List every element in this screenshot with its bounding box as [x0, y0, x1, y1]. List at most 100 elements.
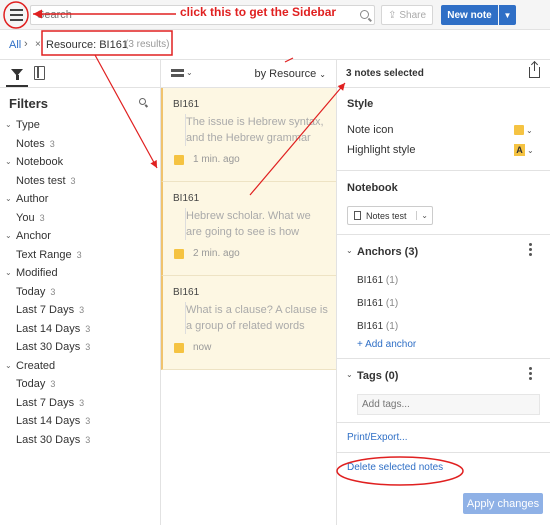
apply-changes-button[interactable]: Apply changes: [463, 493, 543, 514]
note-excerpt: The issue is Hebrew syntax, and the Hebre…: [185, 114, 330, 146]
filter-item-label: Last 7 Days: [16, 304, 75, 316]
note-excerpt-line: and the Hebrew grammar: [186, 132, 311, 144]
note-icon: [174, 343, 184, 353]
note-card[interactable]: BI161 Hebrew scholar. What we are going t…: [161, 182, 336, 276]
anchor-count: (1): [385, 321, 399, 332]
more-options-icon[interactable]: [529, 367, 532, 382]
print-export-link[interactable]: Print/Export...: [347, 432, 408, 443]
filter-item-modified-30-days[interactable]: Last 30 Days 3: [0, 338, 160, 357]
anchors-title[interactable]: Anchors (3): [357, 246, 418, 258]
anchor-item[interactable]: BI161 (1): [357, 298, 398, 309]
filter-item-modified-14-days[interactable]: Last 14 Days 3: [0, 320, 160, 339]
filter-item-created-30-days[interactable]: Last 30 Days 3: [0, 431, 160, 450]
tags-input[interactable]: [357, 394, 540, 415]
filter-item-created-7-days[interactable]: Last 7 Days 3: [0, 394, 160, 413]
chevron-down-icon: ⌄: [5, 194, 12, 203]
breadcrumb-resource: Resource: BI161: [46, 39, 128, 51]
filters-panel: Filters ⌄ Type Notes 3 ⌄ Notebook Notes tes…: [0, 60, 161, 525]
add-anchor-link[interactable]: + Add anchor: [357, 339, 416, 350]
notebook-icon[interactable]: [34, 66, 45, 80]
notebook-title: Notebook: [347, 182, 398, 194]
new-note-button[interactable]: New note: [441, 5, 498, 25]
chevron-down-icon[interactable]: ⌄: [346, 246, 353, 255]
delete-selected-notes-link[interactable]: Delete selected notes: [347, 462, 443, 473]
filter-item-count: 3: [49, 138, 55, 149]
breadcrumb-all-link[interactable]: All: [9, 39, 21, 51]
result-count: (3 results): [125, 39, 170, 50]
filter-item-label: Text Range: [16, 248, 72, 261]
filter-item-label: Notes: [16, 137, 45, 150]
search-icon[interactable]: [360, 10, 369, 19]
filter-item-you[interactable]: You 3: [0, 209, 160, 228]
chevron-down-icon[interactable]: ⌄: [186, 68, 193, 77]
details-panel: 3 notes selected Style Note icon ⌄ Highl…: [337, 60, 550, 525]
filter-group-modified[interactable]: ⌄ Modified: [0, 264, 160, 283]
delete-section: Delete selected notes: [337, 453, 550, 483]
chevron-down-icon: ▼: [503, 10, 512, 20]
filter-item-label: Today: [16, 285, 46, 298]
sort-label: by Resource: [254, 68, 317, 80]
note-excerpt-line: What is a clause? A clause is: [186, 304, 328, 316]
menu-icon[interactable]: [5, 4, 27, 26]
filter-item-label: Last 14 Days: [16, 322, 81, 335]
filter-group-type[interactable]: ⌄ Type: [0, 116, 160, 135]
selection-count: 3 notes selected: [346, 68, 424, 79]
filter-item-modified-today[interactable]: Today 3: [0, 283, 160, 302]
filter-item-notes-test[interactable]: Notes test 3: [0, 172, 160, 191]
annotation-label: click this to get the Sidebar: [180, 5, 337, 19]
share-label: Share: [399, 9, 427, 21]
filter-item-count: 3: [79, 397, 85, 408]
chevron-down-icon: ⌄: [527, 145, 534, 155]
filter-group-author[interactable]: ⌄ Author: [0, 190, 160, 209]
filter-item-label: You: [16, 211, 35, 224]
sort-dropdown[interactable]: by Resource ⌄: [254, 68, 326, 80]
left-panel-tabs: [0, 60, 160, 88]
filter-item-text-range[interactable]: Text Range 3: [0, 246, 160, 265]
chevron-down-icon: ⌄: [5, 231, 12, 240]
share-button[interactable]: ⇪ Share: [381, 5, 433, 25]
filter-group-label: Modified: [16, 267, 58, 279]
note-icon-label: Note icon: [347, 124, 394, 136]
view-mode-icon[interactable]: [171, 69, 184, 79]
filter-item-notes[interactable]: Notes 3: [0, 135, 160, 154]
note-icon-picker[interactable]: ⌄: [514, 125, 533, 135]
chevron-down-icon: ⌄: [319, 70, 326, 79]
filter-group-label: Created: [16, 359, 56, 372]
note-icon: [174, 249, 184, 259]
filter-item-count: 3: [85, 323, 91, 334]
note-excerpt: Hebrew scholar. What we are going to see …: [185, 208, 330, 240]
notebook-section: Notebook Notes test ⌄: [337, 171, 550, 235]
tab-filters[interactable]: [6, 60, 28, 87]
filter-group-created[interactable]: ⌄ Created: [0, 357, 160, 376]
filter-item-count: 3: [76, 249, 82, 260]
clear-filter-icon[interactable]: ×: [35, 39, 41, 50]
note-resource: BI161: [173, 287, 200, 298]
note-excerpt-line: The issue is Hebrew syntax,: [186, 116, 324, 128]
breadcrumb-separator: ›: [24, 38, 28, 50]
chevron-down-icon[interactable]: ⌄: [346, 370, 353, 379]
style-section: Style Note icon ⌄ Highlight style A ⌄: [337, 88, 550, 171]
filter-group-anchor[interactable]: ⌄ Anchor: [0, 227, 160, 246]
highlight-style-picker[interactable]: A ⌄: [514, 144, 534, 156]
filter-item-label: Last 30 Days: [16, 341, 81, 353]
filter-search-icon[interactable]: [139, 98, 146, 105]
filter-item-count: 3: [85, 416, 91, 426]
anchor-item[interactable]: BI161 (1): [357, 321, 398, 332]
filter-item-created-14-days[interactable]: Last 14 Days 3: [0, 412, 160, 431]
note-card[interactable]: BI161 What is a clause? A clause is a gro…: [161, 276, 336, 370]
new-note-dropdown-button[interactable]: ▼: [499, 5, 516, 25]
filter-item-created-today[interactable]: Today 3: [0, 375, 160, 394]
tags-title[interactable]: Tags (0): [357, 370, 398, 382]
notebook-select[interactable]: Notes test ⌄: [347, 206, 433, 225]
note-icon: [514, 125, 524, 135]
anchor-item[interactable]: BI161 (1): [357, 275, 398, 286]
filter-item-modified-7-days[interactable]: Last 7 Days 3: [0, 301, 160, 320]
chevron-down-icon: ⌄: [5, 268, 12, 277]
chevron-down-icon: ⌄: [5, 157, 12, 166]
filter-group-notebook[interactable]: ⌄ Notebook: [0, 153, 160, 172]
share-export-icon[interactable]: [529, 62, 540, 78]
filter-item-label: Today: [16, 378, 46, 390]
note-card[interactable]: BI161 The issue is Hebrew syntax, and the…: [161, 88, 336, 182]
more-options-icon[interactable]: [529, 243, 532, 258]
chevron-down-icon: ⌄: [526, 125, 533, 135]
